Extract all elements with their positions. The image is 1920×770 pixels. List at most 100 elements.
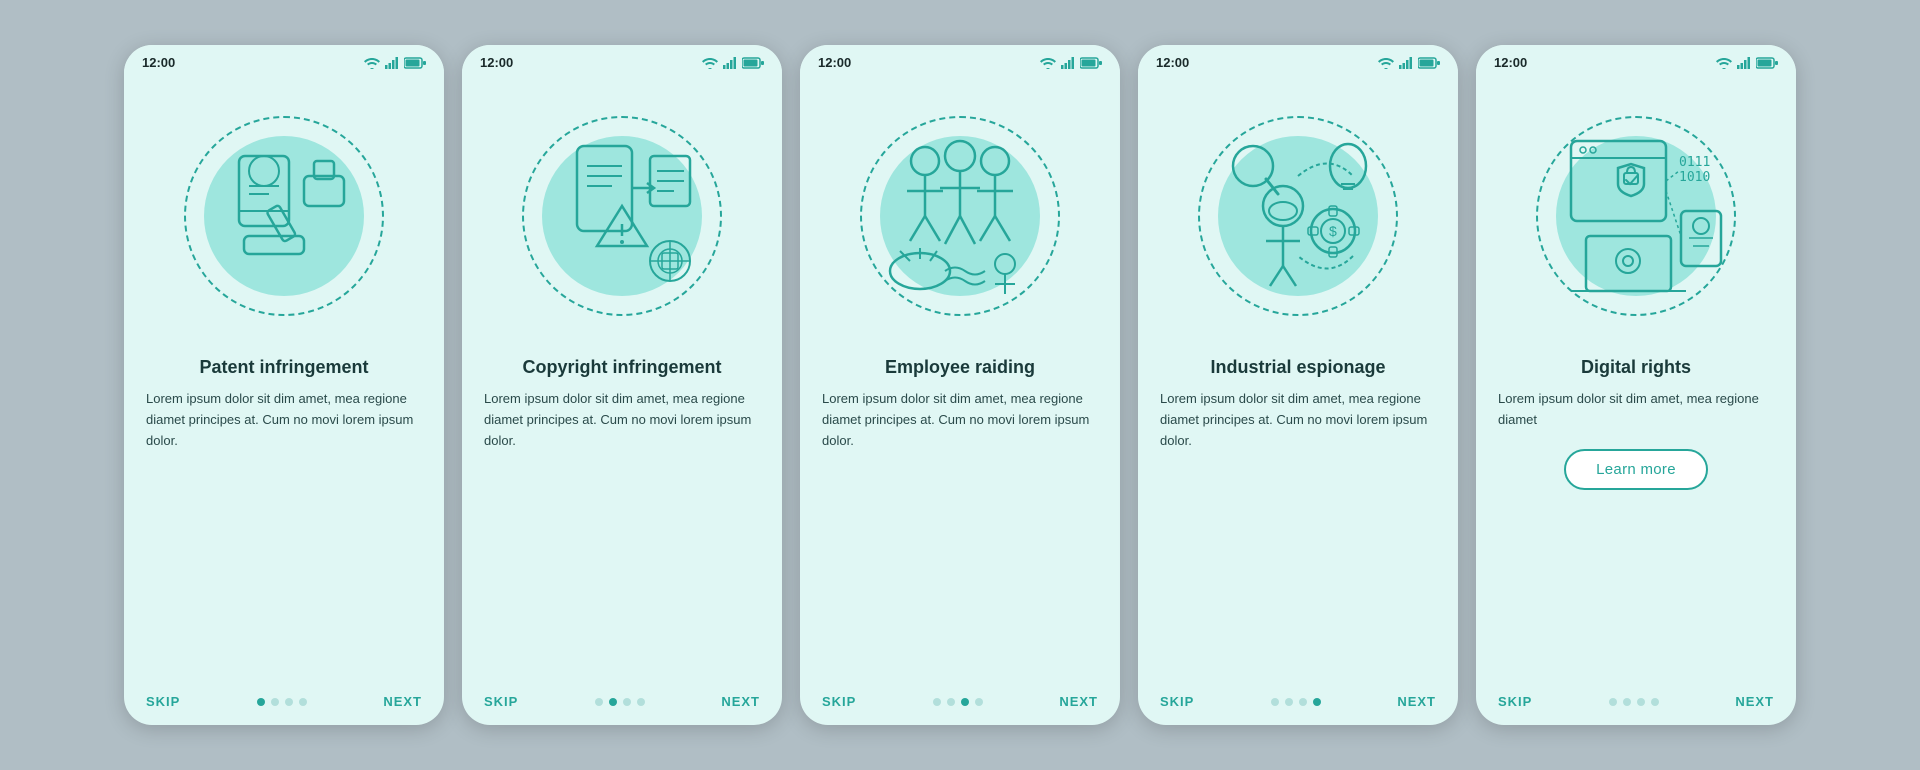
employee-illustration bbox=[855, 116, 1065, 316]
status-icons-4 bbox=[1378, 57, 1440, 69]
status-icons-1 bbox=[364, 57, 426, 69]
title-copyright: Copyright infringement bbox=[484, 356, 760, 379]
status-bar-4: 12:00 bbox=[1138, 45, 1458, 76]
nav-bar-2: SKIP NEXT bbox=[462, 680, 782, 725]
dot-3-2 bbox=[961, 698, 969, 706]
dots-3 bbox=[933, 698, 983, 706]
title-employee: Employee raiding bbox=[822, 356, 1098, 379]
dot-4-0 bbox=[1271, 698, 1279, 706]
status-time-5: 12:00 bbox=[1494, 55, 1527, 70]
status-time-1: 12:00 bbox=[142, 55, 175, 70]
wifi-icon-2 bbox=[702, 57, 718, 69]
skip-button-4[interactable]: SKIP bbox=[1160, 694, 1194, 709]
svg-text:$: $ bbox=[1329, 223, 1337, 239]
dots-2 bbox=[595, 698, 645, 706]
content-industrial: Industrial espionage Lorem ipsum dolor s… bbox=[1138, 356, 1458, 680]
dots-1 bbox=[257, 698, 307, 706]
next-button-4[interactable]: NEXT bbox=[1397, 694, 1436, 709]
illustration-industrial: $ bbox=[1138, 76, 1458, 356]
screen-industrial: 12:00 bbox=[1138, 45, 1458, 725]
status-bar-3: 12:00 bbox=[800, 45, 1120, 76]
battery-icon-2 bbox=[742, 57, 764, 69]
dot-2-0 bbox=[595, 698, 603, 706]
skip-button-2[interactable]: SKIP bbox=[484, 694, 518, 709]
content-patent: Patent infringement Lorem ipsum dolor si… bbox=[124, 356, 444, 680]
skip-button-5[interactable]: SKIP bbox=[1498, 694, 1532, 709]
dot-4-3 bbox=[1313, 698, 1321, 706]
wifi-icon-3 bbox=[1040, 57, 1056, 69]
illustration-patent bbox=[124, 76, 444, 356]
title-patent: Patent infringement bbox=[146, 356, 422, 379]
title-digital: Digital rights bbox=[1498, 356, 1774, 379]
next-button-3[interactable]: NEXT bbox=[1059, 694, 1098, 709]
dot-5-2 bbox=[1637, 698, 1645, 706]
content-employee: Employee raiding Lorem ipsum dolor sit d… bbox=[800, 356, 1120, 680]
wifi-icon bbox=[364, 57, 380, 69]
nav-bar-3: SKIP NEXT bbox=[800, 680, 1120, 725]
status-icons-5 bbox=[1716, 57, 1778, 69]
patent-illustration bbox=[184, 116, 384, 316]
dot-2-1 bbox=[609, 698, 617, 706]
svg-text:0111: 0111 bbox=[1679, 155, 1710, 170]
skip-button-3[interactable]: SKIP bbox=[822, 694, 856, 709]
body-employee: Lorem ipsum dolor sit dim amet, mea regi… bbox=[822, 389, 1098, 451]
dot-5-0 bbox=[1609, 698, 1617, 706]
battery-icon bbox=[404, 57, 426, 69]
dots-4 bbox=[1271, 698, 1321, 706]
illustration-digital: 0111 1010 bbox=[1476, 76, 1796, 356]
status-bar-2: 12:00 bbox=[462, 45, 782, 76]
dot-2-3 bbox=[637, 698, 645, 706]
battery-icon-3 bbox=[1080, 57, 1102, 69]
signal-icon-3 bbox=[1061, 57, 1075, 69]
learn-more-button[interactable]: Learn more bbox=[1564, 449, 1708, 490]
nav-bar-1: SKIP NEXT bbox=[124, 680, 444, 725]
industrial-illustration: $ bbox=[1198, 116, 1398, 316]
dot-4-2 bbox=[1299, 698, 1307, 706]
dot-4-1 bbox=[1285, 698, 1293, 706]
dot-3-3 bbox=[975, 698, 983, 706]
content-copyright: Copyright infringement Lorem ipsum dolor… bbox=[462, 356, 782, 680]
signal-icon-4 bbox=[1399, 57, 1413, 69]
dot-1-1 bbox=[271, 698, 279, 706]
status-bar-1: 12:00 bbox=[124, 45, 444, 76]
dot-2-2 bbox=[623, 698, 631, 706]
dot-1-2 bbox=[285, 698, 293, 706]
battery-icon-5 bbox=[1756, 57, 1778, 69]
dots-5 bbox=[1609, 698, 1659, 706]
illustration-employee bbox=[800, 76, 1120, 356]
screen-digital: 12:00 bbox=[1476, 45, 1796, 725]
dot-3-1 bbox=[947, 698, 955, 706]
signal-icon-5 bbox=[1737, 57, 1751, 69]
body-patent: Lorem ipsum dolor sit dim amet, mea regi… bbox=[146, 389, 422, 451]
screen-patent: 12:00 bbox=[124, 45, 444, 725]
status-time-4: 12:00 bbox=[1156, 55, 1189, 70]
status-time-3: 12:00 bbox=[818, 55, 851, 70]
illustration-copyright bbox=[462, 76, 782, 356]
status-bar-5: 12:00 bbox=[1476, 45, 1796, 76]
next-button-2[interactable]: NEXT bbox=[721, 694, 760, 709]
nav-bar-4: SKIP NEXT bbox=[1138, 680, 1458, 725]
wifi-icon-4 bbox=[1378, 57, 1394, 69]
skip-button-1[interactable]: SKIP bbox=[146, 694, 180, 709]
wifi-icon-5 bbox=[1716, 57, 1732, 69]
status-icons-3 bbox=[1040, 57, 1102, 69]
dot-1-3 bbox=[299, 698, 307, 706]
next-button-1[interactable]: NEXT bbox=[383, 694, 422, 709]
signal-icon-2 bbox=[723, 57, 737, 69]
dot-5-1 bbox=[1623, 698, 1631, 706]
body-digital: Lorem ipsum dolor sit dim amet, mea regi… bbox=[1498, 389, 1774, 431]
signal-icon bbox=[385, 57, 399, 69]
battery-icon-4 bbox=[1418, 57, 1440, 69]
body-industrial: Lorem ipsum dolor sit dim amet, mea regi… bbox=[1160, 389, 1436, 451]
content-digital: Digital rights Lorem ipsum dolor sit dim… bbox=[1476, 356, 1796, 680]
status-icons-2 bbox=[702, 57, 764, 69]
title-industrial: Industrial espionage bbox=[1160, 356, 1436, 379]
screen-employee: 12:00 bbox=[800, 45, 1120, 725]
digital-illustration: 0111 1010 bbox=[1531, 116, 1741, 316]
next-button-5[interactable]: NEXT bbox=[1735, 694, 1774, 709]
copyright-illustration bbox=[522, 116, 722, 316]
screen-copyright: 12:00 bbox=[462, 45, 782, 725]
body-copyright: Lorem ipsum dolor sit dim amet, mea regi… bbox=[484, 389, 760, 451]
status-time-2: 12:00 bbox=[480, 55, 513, 70]
dot-3-0 bbox=[933, 698, 941, 706]
